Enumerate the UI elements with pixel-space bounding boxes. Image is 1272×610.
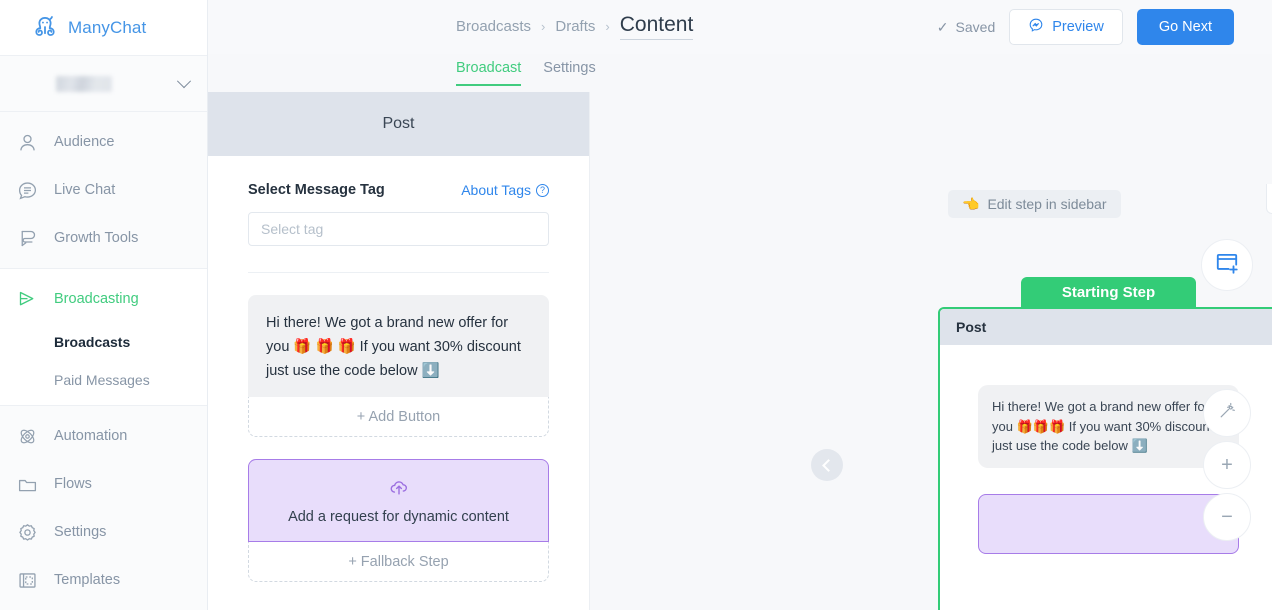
check-icon: ✓	[936, 18, 949, 35]
sidebar-item-label: Settings	[54, 524, 107, 540]
go-next-button[interactable]: Go Next	[1136, 9, 1234, 45]
breadcrumb: Broadcasts › Drafts › Content	[456, 14, 694, 40]
gear-icon	[14, 519, 40, 545]
sidebar-subitem-broadcasts[interactable]: Broadcasts	[0, 323, 207, 361]
breadcrumb-separator-icon: ›	[605, 19, 610, 35]
sidebar-subitem-label: Broadcasts	[54, 334, 131, 350]
edit-step-in-sidebar-pill[interactable]: 👈 Edit step in sidebar	[948, 190, 1121, 218]
select-message-tag-label: Select Message Tag	[248, 182, 385, 198]
cloud-upload-icon	[388, 481, 410, 502]
sidebar-item-flows[interactable]: Flows	[0, 460, 207, 508]
dynamic-content-card: Add a request for dynamic content + Fall…	[248, 459, 549, 582]
messenger-icon	[1028, 17, 1044, 37]
magic-wand-icon	[1217, 401, 1237, 426]
sidebar-item-growth-tools[interactable]: Growth Tools	[0, 214, 207, 262]
nav-group-main: Audience Live Chat Growth Tools	[0, 112, 207, 268]
minus-icon: −	[1221, 506, 1233, 528]
saved-label: Saved	[955, 19, 996, 35]
octopus-logo-icon	[30, 13, 60, 43]
account-name-redacted	[56, 75, 112, 92]
add-step-button[interactable]	[1201, 239, 1253, 291]
message-tag-row: Select Message Tag About Tags ?	[248, 182, 549, 198]
brand-name: ManyChat	[68, 17, 147, 37]
dynamic-content-label: Add a request for dynamic content	[288, 509, 509, 525]
tab-settings[interactable]: Settings	[543, 60, 595, 86]
about-tags-label: About Tags	[461, 182, 531, 198]
sidebar-item-label: Live Chat	[54, 182, 116, 198]
starting-step-badge: Starting Step	[1021, 277, 1196, 307]
breadcrumb-separator-icon: ›	[541, 19, 546, 35]
preview-label: Preview	[1052, 19, 1104, 35]
sidebar-item-templates[interactable]: Templates	[0, 556, 207, 604]
sidebar-item-broadcasting[interactable]: Broadcasting	[0, 275, 207, 323]
sidebar-item-audience[interactable]: Audience	[0, 118, 207, 166]
chevron-down-icon	[176, 73, 192, 88]
sidebar: ManyChat Audience Live Chat Growth Tools…	[0, 0, 208, 610]
edit-step-label: Edit step in sidebar	[987, 196, 1107, 212]
sidebar-item-label: Automation	[54, 428, 128, 444]
content-tabs: Broadcast Settings	[456, 60, 596, 86]
tab-broadcast[interactable]: Broadcast	[456, 60, 522, 86]
sidebar-item-automation[interactable]: Automation	[0, 412, 207, 460]
step-editor-panel: Post Select Message Tag About Tags ? Hi …	[208, 92, 590, 610]
go-next-label: Go Next	[1158, 19, 1212, 35]
breadcrumb-broadcasts[interactable]: Broadcasts	[456, 18, 531, 35]
flow-node-dynamic-block[interactable]	[978, 493, 1239, 554]
chevron-left-icon	[822, 458, 835, 472]
message-card: Hi there! We got a brand new offer for y…	[248, 295, 549, 437]
app-root: ManyChat Audience Live Chat Growth Tools…	[0, 0, 1272, 610]
main-area: Broadcasts › Drafts › Content ✓ Saved Pr…	[208, 0, 1272, 610]
panel-body: Select Message Tag About Tags ? Hi there…	[208, 156, 589, 582]
sidebar-item-live-chat[interactable]: Live Chat	[0, 166, 207, 214]
panel-divider	[248, 272, 549, 273]
nav-group-broadcasting: Broadcasting Broadcasts Paid Messages	[0, 268, 207, 406]
topbar: Broadcasts › Drafts › Content ✓ Saved Pr…	[208, 0, 1272, 54]
status-badge: ✓ Saved	[937, 19, 995, 36]
add-dynamic-content-button[interactable]: Add a request for dynamic content	[248, 459, 549, 542]
go-to-basic-builder-tab[interactable]: Go To Basic Builder	[1266, 184, 1272, 214]
send-icon	[14, 286, 40, 312]
page-title[interactable]: Content	[619, 14, 694, 40]
account-selector[interactable]	[0, 56, 207, 112]
sidebar-item-label: Audience	[54, 134, 115, 150]
sidebar-item-settings[interactable]: Settings	[0, 508, 207, 556]
folder-icon	[14, 471, 40, 497]
breadcrumb-drafts[interactable]: Drafts	[555, 18, 595, 35]
add-fallback-step-action[interactable]: + Fallback Step	[248, 542, 549, 582]
plus-icon: +	[1221, 454, 1233, 476]
message-text[interactable]: Hi there! We got a brand new offer for y…	[248, 295, 549, 397]
user-icon	[14, 129, 40, 155]
nav-group-tools: Automation Flows Settings Templates	[0, 406, 207, 610]
flow-node-message-bubble[interactable]: Hi there! We got a brand new offer for y…	[978, 385, 1239, 468]
pointing-left-hand-icon: 👈	[962, 195, 980, 212]
add-card-icon	[1214, 250, 1240, 281]
select-tag-input[interactable]	[248, 212, 549, 246]
question-mark-icon: ?	[536, 183, 549, 197]
panel-title: Post	[208, 92, 589, 156]
preview-button[interactable]: Preview	[1009, 9, 1123, 45]
sidebar-subitem-paid-messages[interactable]: Paid Messages	[0, 361, 207, 399]
sidebar-item-label: Flows	[54, 476, 92, 492]
sidebar-subitem-label: Paid Messages	[54, 372, 150, 388]
sidebar-item-label: Broadcasting	[54, 291, 139, 307]
magnet-icon	[14, 225, 40, 251]
brand-header[interactable]: ManyChat	[0, 0, 207, 56]
atom-icon	[14, 423, 40, 449]
about-tags-link[interactable]: About Tags ?	[461, 182, 549, 198]
sidebar-item-label: Templates	[54, 572, 121, 588]
flow-node-title: Post	[940, 309, 1272, 345]
starting-step-label: Starting Step	[1061, 283, 1156, 301]
sidebar-item-label: Growth Tools	[54, 230, 139, 246]
collapse-panel-button[interactable]	[811, 449, 843, 481]
topbar-actions: ✓ Saved Preview Go Next	[937, 9, 1234, 45]
add-button-action[interactable]: + Add Button	[248, 397, 549, 437]
magic-wand-button[interactable]	[1203, 389, 1251, 437]
zoom-in-button[interactable]: +	[1203, 441, 1251, 489]
chat-bubble-icon	[14, 177, 40, 203]
zoom-out-button[interactable]: −	[1203, 493, 1251, 541]
templates-icon	[14, 567, 40, 593]
